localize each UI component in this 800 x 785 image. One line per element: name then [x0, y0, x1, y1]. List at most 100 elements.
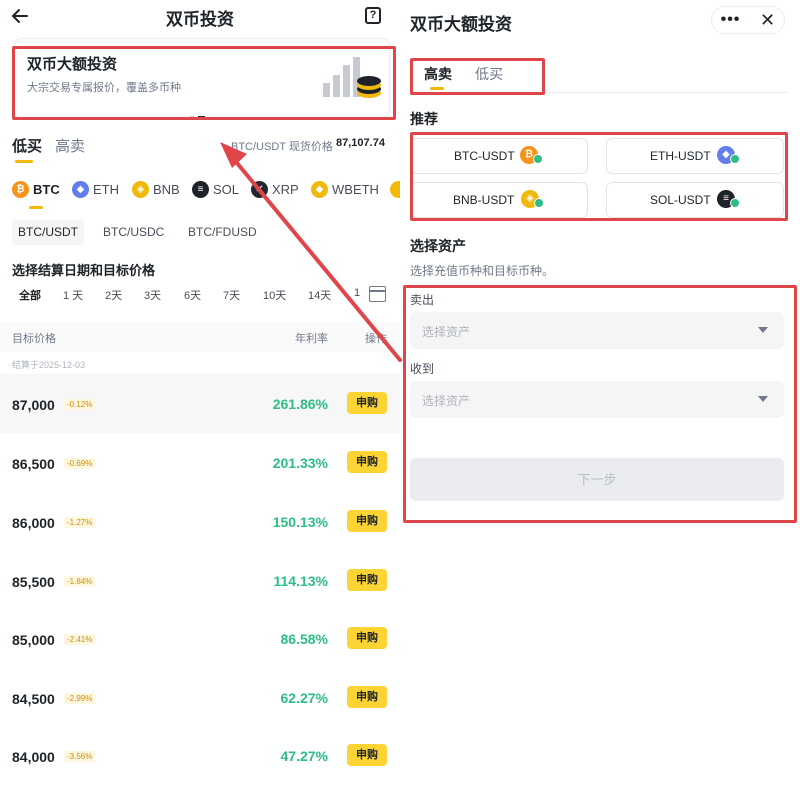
- table-row[interactable]: 85,500 -1.84% 114.13% 申购: [0, 551, 400, 610]
- table-row[interactable]: 84,500 -2.99% 62.27% 申购: [0, 668, 400, 727]
- right-panel: 双币大额投资 ••• ✕ 推荐 BTC-USDT ₿ ETH-USDT ◆ BN…: [400, 0, 800, 785]
- badge-icon: [534, 198, 544, 208]
- row-rate: 86.58%: [280, 631, 328, 647]
- coin-underline: [29, 206, 43, 209]
- row-rate: 62.27%: [280, 690, 328, 706]
- recommend-eth-usdt[interactable]: ETH-USDT ◆: [606, 138, 784, 174]
- coin-btc[interactable]: ₿ BTC: [12, 181, 60, 199]
- col-action: 操作: [365, 333, 387, 345]
- recommend-sol-usdt[interactable]: SOL-USDT ≡: [606, 182, 784, 218]
- subscribe-button[interactable]: 申购: [347, 392, 387, 414]
- tab-sell-high[interactable]: 高卖: [424, 64, 452, 84]
- coin-eth[interactable]: ◆ ETH: [72, 181, 119, 199]
- row-pct-badge: -0.69%: [64, 458, 96, 469]
- receive-asset-select[interactable]: 选择资产: [410, 381, 784, 418]
- tab-buy-low[interactable]: 低买: [475, 64, 503, 84]
- recommend-bnb-usdt[interactable]: BNB-USDT ◈: [410, 182, 588, 218]
- day-3[interactable]: 3天: [144, 287, 161, 303]
- day-6[interactable]: 6天: [184, 287, 201, 303]
- promo-banner[interactable]: 双币大额投资 大宗交易专属报价，覆盖多币种: [14, 38, 390, 118]
- subscribe-button[interactable]: 申购: [347, 744, 387, 766]
- receive-label: 收到: [410, 362, 435, 376]
- sell-asset-select[interactable]: 选择资产: [410, 312, 784, 349]
- header: 双币投资 ?: [0, 0, 400, 34]
- table-row[interactable]: 85,000 -2.41% 86.58% 申购: [0, 609, 400, 668]
- calendar-icon[interactable]: [369, 286, 386, 302]
- coin-xrp[interactable]: ✕ XRP: [251, 181, 299, 199]
- row-pct-badge: -2.99%: [64, 693, 96, 704]
- recommend-label: BTC-USDT: [454, 149, 515, 163]
- btc-icon: ₿: [12, 181, 29, 199]
- table-row[interactable]: 87,000 -0.12% 261.86% 申购: [0, 374, 400, 433]
- coin-sol[interactable]: ≡ SOL: [192, 181, 240, 199]
- coin-bnb[interactable]: ◈ BNB: [132, 181, 180, 199]
- day-14[interactable]: 14天: [308, 287, 331, 303]
- recommend-label: ETH-USDT: [650, 149, 711, 163]
- settle-date: 结算于2025-12-03: [12, 360, 86, 370]
- recommend-label: SOL-USDT: [650, 193, 711, 207]
- select-asset-subtitle: 选择充值币种和目标币种。: [410, 264, 555, 278]
- carousel-dot-active[interactable]: [198, 115, 205, 118]
- row-price: 84,500: [12, 691, 55, 707]
- close-icon[interactable]: ✕: [749, 7, 786, 33]
- page-title: 双币大额投资: [410, 15, 512, 34]
- badge-icon: [730, 198, 740, 208]
- xrp-icon: ✕: [251, 181, 268, 199]
- wbeth-icon: ◆: [311, 181, 328, 199]
- col-target-price: 目标价格: [12, 333, 56, 345]
- badge-icon: [730, 154, 740, 164]
- pair-btc-usdt[interactable]: BTC/USDT: [12, 220, 84, 245]
- row-pct-badge: -0.12%: [64, 399, 96, 410]
- badge-icon: [533, 154, 543, 164]
- day-more[interactable]: 1: [354, 287, 360, 299]
- day-1[interactable]: 1 天: [63, 287, 83, 303]
- row-price: 85,500: [12, 574, 55, 590]
- caret-down-icon: [758, 396, 768, 402]
- bnb-icon: ◈: [132, 181, 149, 199]
- subscribe-button[interactable]: 申购: [347, 451, 387, 473]
- recommend-label: BNB-USDT: [453, 193, 515, 207]
- eth-icon: ◆: [72, 181, 89, 199]
- day-all[interactable]: 全部: [19, 287, 41, 303]
- tab-buy-low[interactable]: 低买: [12, 135, 42, 156]
- carousel-dot[interactable]: [190, 115, 194, 118]
- subscribe-button[interactable]: 申购: [347, 627, 387, 649]
- row-price: 85,000: [12, 632, 55, 648]
- recommend-btc-usdt[interactable]: BTC-USDT ₿: [410, 138, 588, 174]
- row-price: 86,500: [12, 456, 55, 472]
- tabs-divider: [410, 92, 788, 93]
- table-row[interactable]: 86,000 -1.27% 150.13% 申购: [0, 492, 400, 551]
- coin-label: BNB: [153, 182, 180, 198]
- subscribe-button[interactable]: 申购: [347, 510, 387, 532]
- more-icon[interactable]: •••: [712, 7, 749, 33]
- pair-btc-usdc[interactable]: BTC/USDC: [103, 220, 164, 245]
- coin-label: SOL: [213, 182, 240, 198]
- day-10[interactable]: 10天: [263, 287, 286, 303]
- table-row[interactable]: 86,500 -0.69% 201.33% 申购: [0, 433, 400, 492]
- subscribe-button[interactable]: 申购: [347, 569, 387, 591]
- recommend-title: 推荐: [410, 111, 438, 127]
- coin-wbeth[interactable]: ◆ WBETH: [311, 181, 379, 199]
- spot-price-label: BTC/USDT 现货价格: [231, 141, 333, 153]
- coin-label: WBETH: [332, 182, 379, 198]
- coin-more[interactable]: [390, 181, 400, 199]
- caret-down-icon: [758, 327, 768, 333]
- row-rate: 47.27%: [280, 748, 328, 764]
- next-button[interactable]: 下一步: [410, 458, 784, 501]
- row-pct-badge: -1.27%: [64, 517, 96, 528]
- subscribe-button[interactable]: 申购: [347, 686, 387, 708]
- day-2[interactable]: 2天: [105, 287, 122, 303]
- spot-price-value: 87,107.74: [336, 137, 385, 149]
- page-title: 双币投资: [166, 10, 234, 29]
- tab-underline: [15, 160, 33, 163]
- window-actions: ••• ✕: [711, 6, 785, 34]
- day-7[interactable]: 7天: [223, 287, 240, 303]
- table-row[interactable]: 84,000 -3.56% 47.27% 申购: [0, 726, 400, 785]
- pair-btc-fdusd[interactable]: BTC/FDUSD: [188, 220, 257, 245]
- coin-label: XRP: [272, 182, 299, 198]
- row-rate: 201.33%: [272, 455, 328, 471]
- help-icon[interactable]: ?: [365, 7, 381, 24]
- sol-icon: ≡: [192, 181, 209, 199]
- row-price: 87,000: [12, 397, 55, 413]
- tab-sell-high[interactable]: 高卖: [55, 135, 85, 156]
